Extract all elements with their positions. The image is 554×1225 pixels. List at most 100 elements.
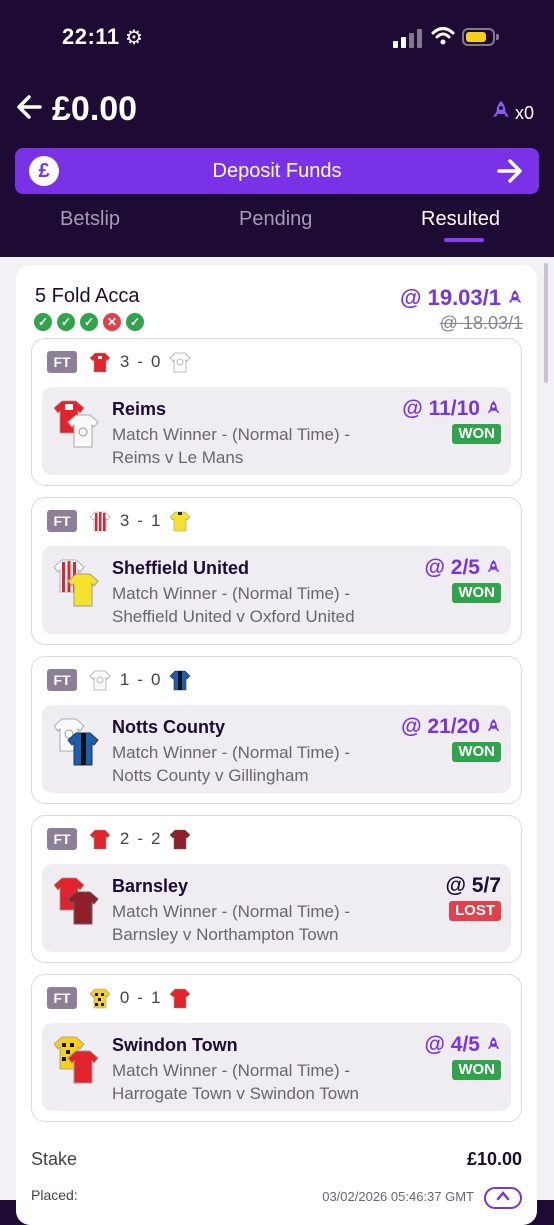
market-name: Match Winner - (Normal Time) -: [112, 584, 351, 603]
away-kit-icon: [169, 511, 191, 532]
boost-count-text: x0: [514, 103, 534, 123]
rocket-icon: [492, 101, 509, 117]
bet-tabs: Betslip Pending Resulted: [0, 208, 554, 256]
fixture-name: Reims v Le Mans: [112, 448, 244, 467]
team-kit-icon: [54, 400, 99, 448]
cellular-signal-icon: [393, 28, 423, 48]
bet-leg: FT 0-1 Swindon Town Match Winner - (Norm…: [31, 974, 522, 1122]
selection-team: Sheffield United: [112, 558, 250, 578]
tab-resulted[interactable]: Resulted: [421, 208, 500, 231]
home-score: 2: [119, 829, 130, 848]
team-kit-icon: [54, 559, 99, 607]
rocket-icon: [508, 290, 522, 303]
status-time: 22:11: [62, 24, 120, 49]
bet-leg: FT 2-2 Barnsley Match Winner - (Normal T…: [31, 815, 522, 963]
away-kit-icon: [169, 352, 191, 373]
leg-score: FT 2-2: [47, 828, 191, 852]
leg-results-summary: ✓ ✓ ✓ ✕ ✓: [34, 313, 149, 331]
fixture-name: Harrogate Town v Swindon Town: [112, 1084, 359, 1103]
result-badge: WON: [452, 742, 501, 762]
placed-row: Placed: 03/02/2026 05:46:37 GMT: [31, 1187, 522, 1209]
resulted-bets-list[interactable]: 5 Fold Acca ✓ ✓ ✓ ✕ ✓ @ 19.03/1 @ 18.03/1 FT…: [0, 257, 554, 1225]
deposit-funds-button[interactable]: £ Deposit Funds: [15, 148, 539, 194]
leg-odds-text: @ 4/5: [424, 1033, 480, 1056]
full-time-badge: FT: [47, 351, 77, 373]
stake-label: Stake: [31, 1149, 78, 1169]
home-score: 1: [119, 670, 130, 689]
expand-details-button[interactable]: [484, 1187, 522, 1209]
leg-odds: @ 11/10: [402, 397, 501, 421]
placed-label: Placed:: [31, 1187, 78, 1203]
leg-won-icon: ✓: [80, 313, 98, 331]
leg-won-icon: ✓: [126, 313, 144, 331]
back-arrow-icon[interactable]: [16, 94, 42, 120]
gear-icon: ⚙: [125, 27, 143, 49]
away-kit-icon: [169, 670, 191, 691]
leg-score: FT 1-0: [47, 669, 191, 693]
battery-icon: [462, 28, 499, 46]
leg-odds: @ 2/5: [424, 556, 501, 580]
wifi-icon: [431, 27, 455, 45]
market-name: Match Winner - (Normal Time) -: [112, 1061, 351, 1080]
stake-value: £10.00: [466, 1149, 522, 1169]
leg-selection[interactable]: Barnsley Match Winner - (Normal Time) - B…: [42, 864, 511, 952]
home-score: 3: [119, 511, 130, 530]
selection-team: Reims: [112, 399, 167, 419]
rocket-icon: [487, 719, 500, 731]
bet-card: 5 Fold Acca ✓ ✓ ✓ ✕ ✓ @ 19.03/1 @ 18.03/1 FT…: [16, 265, 537, 1225]
team-kit-icon: [54, 718, 99, 766]
away-score: 1: [151, 988, 161, 1007]
leg-odds: @ 5/7: [445, 874, 501, 897]
score-separator: -: [137, 511, 144, 530]
full-time-badge: FT: [47, 510, 77, 532]
acca-odds-text: @ 19.03/1: [400, 285, 501, 310]
away-score: 0: [151, 670, 161, 689]
leg-odds-text: @ 11/10: [402, 397, 480, 420]
full-time-badge: FT: [47, 987, 77, 1009]
leg-selection[interactable]: Sheffield United Match Winner - (Normal …: [42, 546, 511, 634]
team-kit-icon: [54, 877, 99, 925]
selection-team: Notts County: [112, 717, 225, 737]
rocket-icon: [487, 1037, 500, 1049]
bet-leg: FT 1-0 Notts County Match Winner - (Norm…: [31, 656, 522, 804]
home-kit-icon: [90, 988, 111, 1009]
bet-leg: FT 3-1 Sheffield United Match Winner - (…: [31, 497, 522, 645]
full-time-badge: FT: [47, 669, 77, 691]
scrollbar[interactable]: [544, 263, 548, 383]
score-separator: -: [137, 988, 144, 1007]
leg-odds: @ 4/5: [424, 1033, 501, 1057]
account-balance: £0.00: [52, 90, 138, 128]
away-score: 0: [151, 352, 161, 371]
leg-score: FT 3-0: [47, 351, 191, 375]
away-score: 2: [151, 829, 161, 848]
score-separator: -: [137, 352, 144, 371]
placed-timestamp: 03/02/2026 05:46:37 GMT: [322, 1189, 474, 1204]
market-name: Match Winner - (Normal Time) -: [112, 743, 351, 762]
leg-selection[interactable]: Swindon Town Match Winner - (Normal Time…: [42, 1023, 511, 1111]
home-score: 3: [119, 352, 130, 371]
home-kit-icon: [90, 511, 111, 532]
leg-selection[interactable]: Reims Match Winner - (Normal Time) - Reim…: [42, 387, 511, 475]
result-badge: LOST: [449, 901, 501, 921]
leg-selection[interactable]: Notts County Match Winner - (Normal Time…: [42, 705, 511, 793]
chevron-up-icon: [496, 1191, 510, 1201]
rocket-icon: [487, 401, 500, 413]
leg-lost-icon: ✕: [103, 313, 121, 331]
away-kit-icon: [169, 988, 191, 1009]
boost-counter[interactable]: x0: [491, 100, 534, 124]
result-badge: WON: [452, 1060, 501, 1080]
active-tab-indicator: [444, 238, 484, 242]
tab-pending[interactable]: Pending: [239, 208, 312, 231]
status-bar: 22:11 ⚙: [0, 22, 554, 56]
full-time-badge: FT: [47, 828, 77, 850]
fixture-name: Barnsley v Northampton Town: [112, 925, 339, 944]
home-kit-icon: [89, 670, 112, 691]
leg-score: FT 3-1: [47, 510, 191, 534]
deposit-label: Deposit Funds: [212, 160, 342, 182]
score-separator: -: [137, 670, 144, 689]
tab-betslip[interactable]: Betslip: [60, 208, 120, 231]
result-badge: WON: [452, 424, 501, 444]
away-score: 1: [151, 511, 161, 530]
leg-odds-text: @ 21/20: [401, 715, 480, 738]
market-name: Match Winner - (Normal Time) -: [112, 425, 351, 444]
